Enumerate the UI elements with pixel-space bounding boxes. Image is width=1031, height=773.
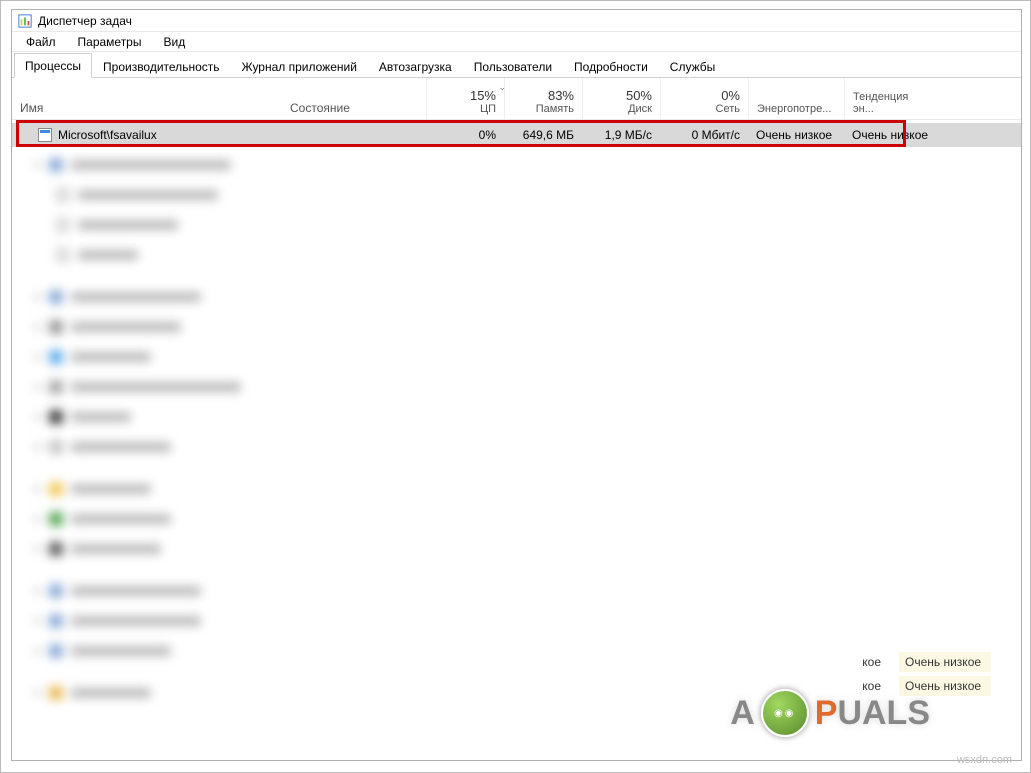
process-memory-cell: 649,6 МБ — [504, 128, 582, 142]
col-network[interactable]: 0%Сеть — [660, 78, 748, 119]
col-state[interactable]: Состояние — [282, 78, 426, 119]
window-title: Диспетчер задач — [38, 14, 132, 28]
tab-users[interactable]: Пользователи — [463, 54, 563, 78]
col-power-trend[interactable]: Тенденция эн... — [844, 78, 940, 119]
process-power-trend-cell: Очень низкое — [844, 128, 940, 142]
column-headers: Имя Состояние 15%ЦП ⌄ 83%Память 50%Диск … — [12, 78, 1021, 120]
tab-processes[interactable]: Процессы — [14, 53, 92, 78]
col-memory[interactable]: 83%Память — [504, 78, 582, 119]
process-disk-cell: 1,9 МБ/с — [582, 128, 660, 142]
menu-options[interactable]: Параметры — [68, 33, 152, 51]
tabbar: Процессы Производительность Журнал прило… — [12, 52, 1021, 78]
process-icon — [38, 128, 52, 142]
process-name: Microsoft\fsavailux — [58, 128, 157, 142]
col-cpu[interactable]: 15%ЦП ⌄ — [426, 78, 504, 119]
appuals-mascot-icon — [761, 689, 809, 737]
col-disk[interactable]: 50%Диск — [582, 78, 660, 119]
tab-app-history[interactable]: Журнал приложений — [231, 54, 368, 78]
process-row-selected[interactable]: Microsoft\fsavailux 0% 649,6 МБ 1,9 МБ/с… — [12, 123, 1021, 147]
tab-services[interactable]: Службы — [659, 54, 726, 78]
process-cpu-cell: 0% — [426, 128, 504, 142]
titlebar[interactable]: Диспетчер задач — [12, 10, 1021, 32]
process-network-cell: 0 Мбит/с — [660, 128, 748, 142]
menu-view[interactable]: Вид — [153, 33, 195, 51]
tab-startup[interactable]: Автозагрузка — [368, 54, 463, 78]
blurred-process-list — [12, 150, 1021, 708]
process-list-area: Имя Состояние 15%ЦП ⌄ 83%Память 50%Диск … — [12, 78, 1021, 760]
col-power[interactable]: Энергопотре... — [748, 78, 844, 119]
process-power-cell: Очень низкое — [748, 128, 844, 142]
appuals-logo: A PUALS — [730, 689, 930, 737]
tab-performance[interactable]: Производительность — [92, 54, 230, 78]
watermark-text: wsxdn.com — [957, 754, 1012, 766]
task-manager-window: Диспетчер задач Файл Параметры Вид Проце… — [11, 9, 1022, 761]
chevron-down-icon: ⌄ — [498, 82, 506, 93]
menubar: Файл Параметры Вид — [12, 32, 1021, 52]
menu-file[interactable]: Файл — [16, 33, 66, 51]
col-name[interactable]: Имя — [12, 78, 282, 119]
task-manager-icon — [18, 14, 32, 28]
process-name-cell: Microsoft\fsavailux — [12, 128, 282, 142]
tab-details[interactable]: Подробности — [563, 54, 659, 78]
